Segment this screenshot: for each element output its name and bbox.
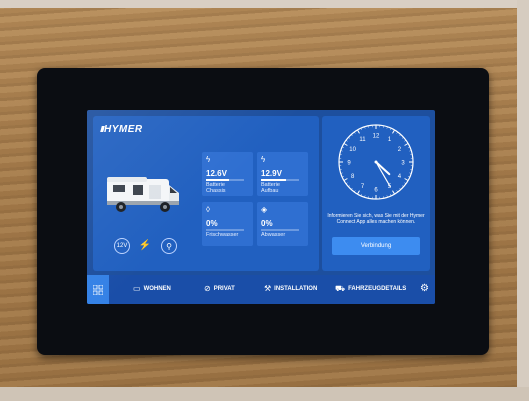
clock-tick (399, 134, 401, 137)
battery-12v-icon[interactable]: 12V (114, 238, 130, 254)
clock-numeral: 9 (347, 161, 351, 167)
vehicle-icon: ⛟ (335, 284, 346, 293)
clock-tick (348, 137, 351, 139)
wall-edge-right (517, 0, 529, 401)
level-bar (206, 229, 244, 231)
charging-icon[interactable]: ⚲ (161, 238, 177, 254)
vehicle-panel: HYMER 12V ⚡ ⚲ ϟ 12.6V Batterie Chassis ϟ… (93, 116, 319, 271)
private-icon: ⊘ (204, 284, 211, 293)
tile-label: Batterie Aufbau (261, 182, 280, 194)
clock-tick (348, 185, 351, 187)
info-text: Informieren Sie sich, was Sie mit der Hy… (327, 213, 425, 225)
clock-tick (404, 178, 409, 181)
home-grid-icon (93, 284, 103, 295)
clock-center (374, 160, 378, 164)
nav-privat[interactable]: ⊘ PRIVAT (204, 284, 235, 293)
clock-numeral: 7 (361, 184, 365, 190)
clock-tick (399, 187, 401, 190)
lightning-icon: ϟ (261, 155, 266, 164)
clock-tick (401, 137, 404, 139)
tile-value: 12.6V (206, 169, 227, 178)
clock-numeral: 1 (388, 137, 392, 143)
living-icon: ▭ (133, 284, 141, 293)
level-bar (261, 179, 299, 181)
waste-water-tile[interactable]: ◈ 0% Abwasser (257, 202, 308, 246)
analog-clock: 121234567891011 (338, 124, 414, 200)
clock-numeral: 11 (359, 137, 366, 143)
clock-tick (404, 143, 409, 146)
clock-tick (351, 134, 353, 137)
level-bar (206, 179, 244, 181)
clock-numeral: 6 (374, 188, 378, 194)
tile-value: 12.9V (261, 169, 282, 178)
tile-value: 0% (261, 219, 273, 228)
gear-icon[interactable]: ⚙ (420, 283, 429, 294)
clock-numeral: 10 (349, 147, 356, 153)
nav-fahrzeugdetails[interactable]: ⛟ FAHRZEUGDETAILS (335, 284, 406, 294)
clock-tick (357, 129, 360, 134)
installation-icon: ⚒ (264, 284, 272, 293)
battery-aufbau-tile[interactable]: ϟ 12.9V Batterie Aufbau (257, 152, 308, 196)
clock-tick (343, 178, 348, 181)
home-grid-button[interactable] (87, 275, 109, 304)
tile-label: Batterie Chassis (206, 182, 226, 194)
clock-numeral: 12 (373, 134, 380, 140)
tile-label: Abwasser (261, 232, 286, 238)
battery-chassis-tile[interactable]: ϟ 12.6V Batterie Chassis (202, 152, 253, 196)
level-bar (261, 229, 299, 231)
water-drop-icon: ◊ (206, 205, 210, 214)
lightning-icon: ϟ (206, 155, 211, 164)
connect-panel: 12 1 2 3 4 5 6 7 8 9 10 11 Informieren Sie sich, wa… (322, 116, 430, 271)
wall-edge-top (0, 0, 529, 8)
clock-numeral: 3 (401, 161, 405, 167)
clock-numeral: 4 (398, 174, 402, 180)
tile-label: Frischwasser (206, 232, 239, 238)
brand-logo: HYMER (104, 124, 143, 135)
clock-tick (351, 187, 353, 190)
wall-edge-bottom (0, 387, 529, 401)
clock-tick (401, 185, 404, 187)
clock-numeral: 2 (398, 147, 402, 153)
connect-button[interactable]: Verbindung (332, 237, 420, 255)
tile-value: 0% (206, 219, 218, 228)
level-fill (206, 179, 229, 181)
clock-tick (343, 143, 348, 146)
fresh-water-tile[interactable]: ◊ 0% Frischwasser (202, 202, 253, 246)
nav-wohnen[interactable]: ▭ WOHNEN (133, 284, 171, 293)
clock-tick (357, 190, 360, 195)
bottom-nav: ▭ WOHNEN ⊘ PRIVAT ⚒ INSTALLATION ⛟ FAHRZ… (87, 275, 435, 304)
level-fill (261, 179, 286, 181)
waste-drop-icon: ◈ (261, 205, 268, 214)
nav-installation[interactable]: ⚒ INSTALLATION (264, 284, 317, 293)
clock-tick (392, 129, 395, 134)
clock-tick (392, 190, 395, 195)
motorhome-image (107, 177, 179, 212)
plug-icon[interactable]: ⚡ (138, 238, 152, 252)
clock-numeral: 8 (351, 174, 355, 180)
touch-screen: HYMER 12V ⚡ ⚲ ϟ 12.6V Batterie Chassis ϟ… (87, 110, 435, 304)
